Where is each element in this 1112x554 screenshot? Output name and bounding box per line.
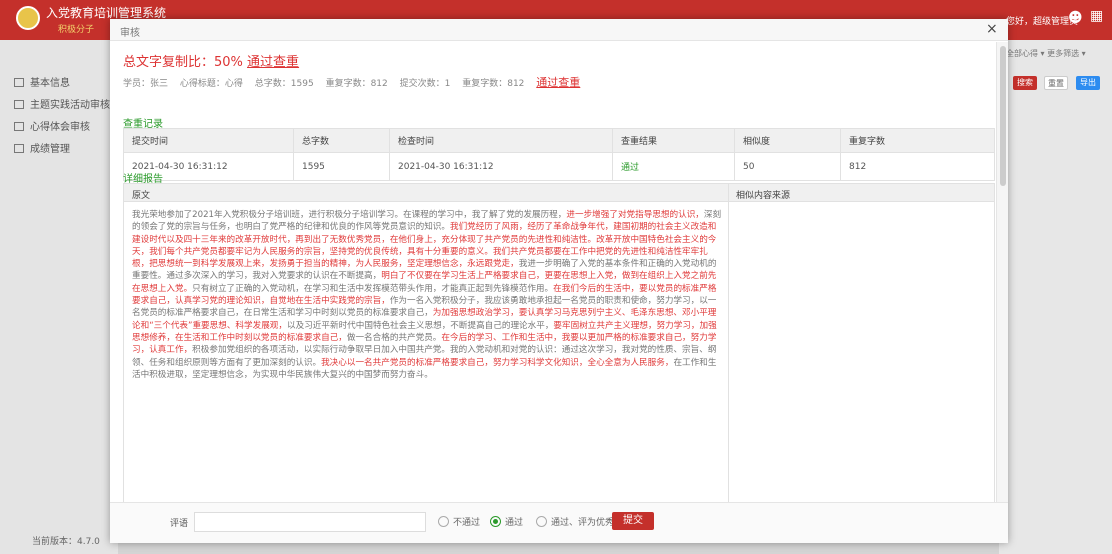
original-segment: 我光荣地参加了2021年入党积极分子培训班，进行积极分子培训学习。在课程的学习中… bbox=[132, 210, 567, 220]
flag-icon bbox=[14, 100, 24, 109]
radio-circle-icon bbox=[438, 516, 449, 527]
submission-meta: 学员：张三 心得标题：心得 总字数：1595 重复字数：812 提交次数：1 重… bbox=[123, 76, 581, 89]
report-original-text: 我光荣地参加了2021年入党积极分子培训班，进行积极分子培训学习。在课程的学习中… bbox=[132, 209, 722, 381]
radio-circle-icon bbox=[536, 516, 547, 527]
review-modal: 审核 × 总文字复制比：50% 通过查重 学员：张三 心得标题：心得 总字数：1… bbox=[110, 19, 1008, 543]
original-segment: 做一名合格的共产党员。 bbox=[346, 332, 442, 343]
grade-icon bbox=[14, 144, 24, 153]
duplicate-segment: 我决心以一名共产党员的标准严格要求自己，努力学习科学文化知识，全心全意为人民服务… bbox=[321, 357, 674, 368]
col-total-chars: 总字数 bbox=[293, 128, 390, 153]
user-icon[interactable]: ☻ bbox=[1068, 10, 1083, 26]
duplicate-segment: 发扬勇于担当的精神，为人民服务，坚定理想信念，永远跟党走， bbox=[269, 259, 519, 270]
modal-title: 审核 bbox=[120, 28, 140, 39]
duplicate-segment: 进一步增强了对党指导思想的认识， bbox=[566, 210, 704, 220]
original-segment: 只有树立了正确的入党动机，在学习和生活中发挥模范带头作用，才能真正起到先锋模范作… bbox=[192, 283, 554, 294]
comment-label: 评语 bbox=[170, 519, 189, 529]
original-segment: 以及习近平新时代中国特色社会主义思想，不断提高自己的理论水平， bbox=[287, 320, 554, 331]
status-link[interactable]: 通过查重 bbox=[536, 76, 580, 89]
comment-input[interactable] bbox=[194, 512, 426, 532]
document-icon bbox=[14, 78, 24, 87]
modal-scrollbar[interactable] bbox=[996, 42, 1008, 502]
col-result: 查重结果 bbox=[612, 128, 735, 153]
table-row: 2021-04-30 16:31:12 1595 2021-04-30 16:3… bbox=[123, 152, 995, 181]
col-dup-chars: 重复字数 bbox=[840, 128, 995, 153]
original-segment: 积极参加党组织的各项活动，以实际行动争取早日加入中国共产党。 bbox=[192, 345, 450, 356]
submit-button[interactable]: 提交 bbox=[612, 512, 654, 530]
original-header: 原文 bbox=[132, 191, 151, 201]
apps-grid-icon[interactable]: ▦ bbox=[1090, 8, 1103, 24]
sidebar-item-grades[interactable]: 成绩管理 bbox=[14, 140, 70, 158]
check-record-table: 提交时间 总字数 检查时间 查重结果 相似度 重复字数 2021-04-30 1… bbox=[123, 128, 995, 181]
scroll-thumb[interactable] bbox=[1000, 46, 1006, 186]
review-footer: 评语 不通过 通过 通过、评为优秀 提交 bbox=[110, 502, 1008, 543]
radio-pass-excellent[interactable]: 通过、评为优秀 bbox=[536, 515, 614, 528]
col-submit-time: 提交时间 bbox=[123, 128, 294, 153]
similarity-headline: 总文字复制比：50% 通过查重 bbox=[123, 55, 300, 70]
reset-button[interactable]: 重置 bbox=[1044, 76, 1068, 90]
search-button[interactable]: 搜索 bbox=[1013, 76, 1037, 90]
app-subtitle: 积极分子 bbox=[58, 25, 95, 35]
radio-checked-icon bbox=[490, 516, 501, 527]
export-button[interactable]: 导出 bbox=[1076, 76, 1100, 90]
modal-body: 总文字复制比：50% 通过查重 学员：张三 心得标题：心得 总字数：1595 重… bbox=[110, 42, 1008, 502]
source-header: 相似内容来源 bbox=[736, 191, 791, 201]
edit-icon bbox=[14, 122, 24, 131]
version-label: 当前版本：4.7.0 bbox=[32, 537, 100, 547]
party-emblem-icon bbox=[16, 6, 40, 30]
headline-status-link[interactable]: 通过查重 bbox=[247, 55, 299, 70]
toolbar-right bbox=[999, 40, 1112, 554]
radio-pass[interactable]: 通过 bbox=[490, 515, 523, 528]
modal-header: 审核 × bbox=[110, 19, 1008, 41]
column-divider bbox=[728, 184, 729, 502]
report-header: 原文 相似内容来源 bbox=[124, 184, 994, 202]
sidebar-item-basic-info[interactable]: 基本信息 bbox=[14, 74, 70, 92]
sidebar-item-activity-review[interactable]: 主题实践活动审核 bbox=[14, 96, 110, 114]
col-similarity: 相似度 bbox=[734, 128, 841, 153]
sidebar: 基本信息 主题实践活动审核 心得体会审核 成绩管理 bbox=[0, 40, 118, 554]
filter-dropdowns[interactable]: 全部心得 ▾ 更多筛选 ▾ bbox=[1006, 48, 1086, 59]
report-panel: 原文 相似内容来源 我光荣地参加了2021年入党积极分子培训班，进行积极分子培训… bbox=[123, 183, 995, 502]
radio-fail[interactable]: 不通过 bbox=[438, 515, 480, 528]
sidebar-item-experience-review[interactable]: 心得体会审核 bbox=[14, 118, 90, 136]
col-check-time: 检查时间 bbox=[389, 128, 613, 153]
close-icon[interactable]: × bbox=[986, 21, 998, 37]
